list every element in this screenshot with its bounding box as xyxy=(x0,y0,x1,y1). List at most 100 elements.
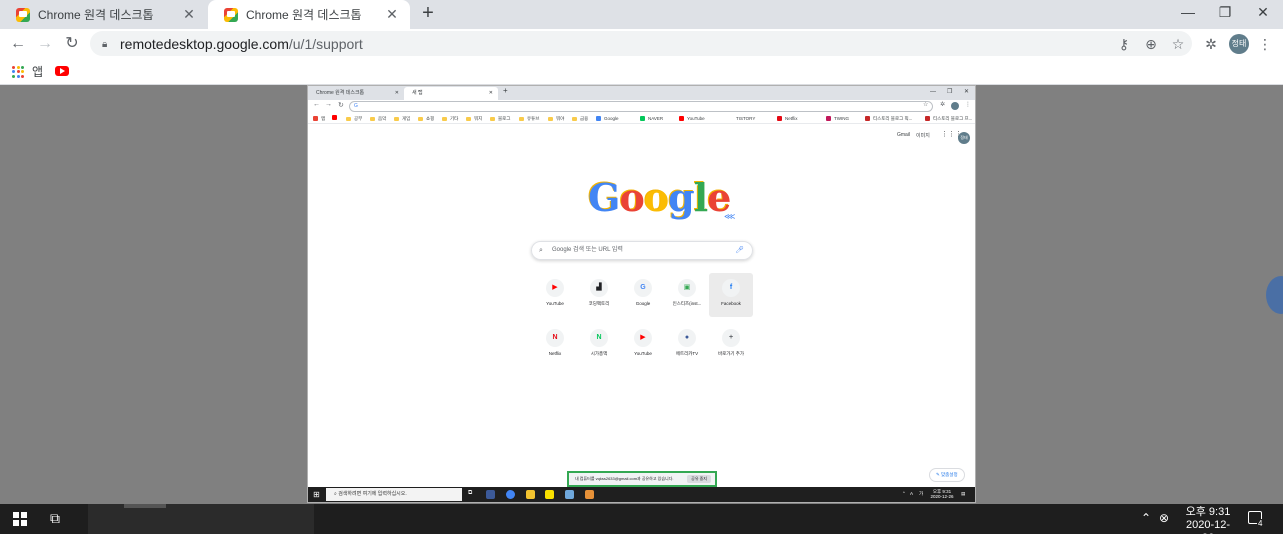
remote-windows-start-icon[interactable]: ⊞ xyxy=(313,490,320,499)
shortcut-tile[interactable]: ● 에트리카TV xyxy=(665,323,709,367)
remote-avatar[interactable] xyxy=(951,102,959,110)
remote-bookmark-folder[interactable]: 블로그 xyxy=(490,115,510,122)
remote-bookmark-folder[interactable]: 기타 xyxy=(442,115,458,122)
youtube-icon: ▶ xyxy=(634,329,652,347)
images-link[interactable]: 이미지 xyxy=(916,132,930,139)
remote-bookmark-folder[interactable]: 유튜브 xyxy=(519,115,539,122)
minimize-button[interactable]: — xyxy=(1168,0,1208,26)
remote-close-icon[interactable]: ✕ xyxy=(964,86,969,98)
remote-explorer-icon[interactable] xyxy=(526,490,535,499)
add-circle-icon[interactable]: ⊕ xyxy=(1140,33,1162,55)
tab-remote-desktop-2[interactable]: Chrome 원격 데스크톱 ✕ xyxy=(208,0,410,29)
remote-kakaotalk-icon[interactable] xyxy=(545,490,554,499)
remote-restore-icon[interactable]: ❐ xyxy=(947,86,952,98)
remote-bookmark-youtube[interactable]: YouTube xyxy=(679,115,705,122)
remote-menu-icon[interactable]: ⋮ xyxy=(965,101,971,108)
gmail-link[interactable]: Gmail xyxy=(897,132,910,138)
remote-winamp-icon[interactable] xyxy=(585,490,594,499)
shortcut-tile[interactable]: ▶ YouTube xyxy=(621,323,665,367)
new-tab-button[interactable]: + xyxy=(418,3,438,25)
remote-chrome-icon[interactable] xyxy=(506,490,515,499)
remote-bookmark-folder[interactable]: 뭐지 xyxy=(466,115,482,122)
remote-minimize-icon[interactable]: — xyxy=(930,86,936,98)
windows-start-icon[interactable] xyxy=(13,512,27,526)
bookmark-star-icon[interactable]: ☆ xyxy=(1167,33,1189,55)
shortcut-tile[interactable]: G Google xyxy=(621,273,665,317)
remote-ime-mode[interactable]: 가 xyxy=(919,491,923,496)
shortcut-tile[interactable]: f Facebook xyxy=(709,273,753,317)
remote-app-icon[interactable] xyxy=(565,490,574,499)
close-window-button[interactable]: ✕ xyxy=(1243,0,1283,26)
remote-tray-chevron-icon[interactable]: ⌃ xyxy=(902,491,906,496)
extensions-puzzle-icon[interactable]: ✲ xyxy=(1200,33,1222,55)
remote-taskbar-search[interactable]: ⌕ 검색하려면 여기에 입력하십시오. xyxy=(326,488,462,501)
remote-tab-remote-desktop[interactable]: Chrome 원격 데스크톱 ✕ xyxy=(308,87,404,100)
shortcut-tile[interactable]: + 바로가기 추가 xyxy=(709,323,753,367)
microphone-icon[interactable]: 🎤︎ xyxy=(735,242,744,259)
shortcut-tile[interactable]: ▣ 인스티즈(inst... xyxy=(665,273,709,317)
remote-address-bar[interactable]: G xyxy=(349,101,933,112)
key-icon[interactable]: ⚷ xyxy=(1113,33,1135,55)
remote-taskbar-app-icon[interactable] xyxy=(486,490,495,499)
remote-bookmark-label: Netflix xyxy=(785,116,798,121)
shortcut-tile[interactable]: ▶ YouTube xyxy=(533,273,577,317)
remote-bookmark-apps[interactable]: 앱 xyxy=(313,115,325,122)
remote-bookmark-netflix[interactable]: Netflix xyxy=(777,115,798,122)
remote-reload-icon[interactable]: ↻ xyxy=(338,101,344,109)
google-doodle-logo[interactable]: Google xyxy=(588,178,731,218)
remote-forward-icon[interactable]: → xyxy=(325,101,332,108)
remote-ime-lang[interactable]: A xyxy=(910,491,913,496)
shortcut-label: Netflix xyxy=(548,351,562,356)
tray-chevron-icon[interactable]: ⌃ xyxy=(1141,511,1151,525)
bookmark-apps[interactable]: 앱 xyxy=(12,63,43,80)
shortcut-tile[interactable]: N Netflix xyxy=(533,323,577,367)
tab-close-icon[interactable]: ✕ xyxy=(181,6,197,23)
customize-button[interactable]: ✎ 맞춤설정 xyxy=(929,468,965,482)
remote-bookmark-youtube[interactable] xyxy=(332,115,340,120)
bookmark-youtube[interactable] xyxy=(55,66,69,76)
menu-kebab-icon[interactable]: ⋮ xyxy=(1254,33,1276,55)
remote-bookmark-tistory[interactable]: TISTORY xyxy=(728,115,755,122)
stop-sharing-button[interactable]: 공유 중지 xyxy=(687,475,711,483)
remote-desktop-view[interactable]: Chrome 원격 데스크톱 ✕ 새 탭 ✕ + — ❐ ✕ ← → ↻ G ☆ ✲… xyxy=(307,85,976,503)
shortcut-tile[interactable]: N 시가총액 xyxy=(577,323,621,367)
remote-star-icon[interactable]: ☆ xyxy=(923,101,928,108)
back-arrow-icon[interactable]: ← xyxy=(7,33,29,55)
remote-taskbar: ⊞ ⌕ 검색하려면 여기에 입력하십시오. ⧉ ⌃ A 가 오후 9:31 20… xyxy=(308,487,975,502)
remote-task-view-icon[interactable]: ⧉ xyxy=(468,490,477,499)
remote-tab-close-icon[interactable]: ✕ xyxy=(489,87,493,100)
remote-back-icon[interactable]: ← xyxy=(313,101,320,108)
remote-bookmark-folder[interactable]: 게임 xyxy=(394,115,410,122)
task-view-icon[interactable]: ⧉ xyxy=(50,510,60,527)
remote-bookmark-naver[interactable]: NAVER xyxy=(640,115,663,122)
address-bar[interactable]: 🔒︎ remotedesktop.google.com/u/1/support xyxy=(90,31,1192,56)
remote-bookmark-folder[interactable]: 음악 xyxy=(370,115,386,122)
forward-arrow-icon[interactable]: → xyxy=(34,33,56,55)
remote-account-avatar[interactable]: 정태 xyxy=(958,132,970,144)
profile-avatar[interactable]: 정태 xyxy=(1229,34,1249,54)
tab-remote-desktop-1[interactable]: Chrome 원격 데스크톱 ✕ xyxy=(0,0,207,29)
remote-tab-new-tab[interactable]: 새 탭 ✕ xyxy=(404,87,498,100)
share-icon[interactable]: ⋘ xyxy=(724,212,735,221)
restore-button[interactable]: ❐ xyxy=(1205,0,1245,26)
remote-bookmark-folder[interactable]: 뭐야 xyxy=(548,115,564,122)
remote-bookmark-folder[interactable]: 금융 xyxy=(572,115,588,122)
remote-bookmark-folder[interactable]: 쇼핑 xyxy=(418,115,434,122)
remote-bookmark-blog[interactable]: 티스토리 블로그 프... xyxy=(925,115,972,122)
taskbar-active-app[interactable] xyxy=(88,504,314,534)
remote-bookmark-twing[interactable]: TWING xyxy=(826,115,849,122)
tab-close-icon[interactable]: ✕ xyxy=(384,6,400,23)
reload-icon[interactable]: ↻ xyxy=(61,33,83,55)
remote-notification-icon[interactable]: ▤ xyxy=(961,491,965,496)
remote-bookmark-blog[interactable]: 티스토리 블로그 픽... xyxy=(865,115,912,122)
remote-search-box[interactable]: ⌕ Google 검색 또는 URL 입력 🎤︎ xyxy=(531,241,753,260)
shortcut-tile[interactable]: ▟ 코딩팩토리 xyxy=(577,273,621,317)
remote-bookmark-folder[interactable]: 공부 xyxy=(346,115,362,122)
remote-bookmark-google[interactable]: Google xyxy=(596,115,619,122)
taskbar-clock[interactable]: 오후 9:31 2020-12-26 xyxy=(1180,506,1236,534)
remote-tab-close-icon[interactable]: ✕ xyxy=(395,87,399,100)
remote-new-tab-button[interactable]: + xyxy=(503,86,508,95)
remote-extension-icon[interactable]: ✲ xyxy=(940,101,945,108)
remote-side-panel-handle[interactable] xyxy=(1266,276,1283,314)
tray-close-circle-icon[interactable]: ⊗ xyxy=(1159,511,1169,525)
